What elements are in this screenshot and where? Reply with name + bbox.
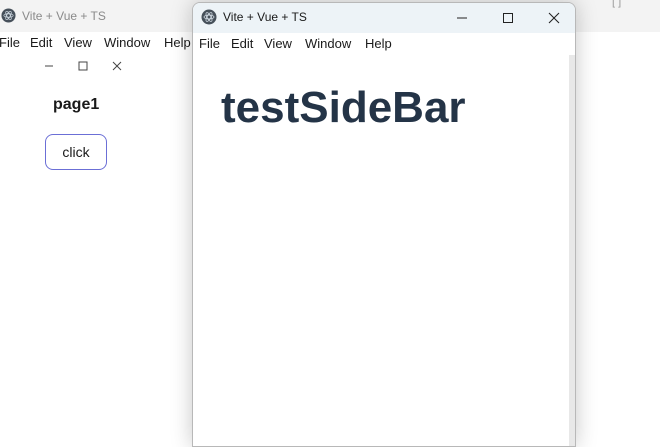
page-title: page1: [53, 96, 100, 113]
main-heading: testSideBar: [221, 83, 466, 132]
menu-edit[interactable]: Edit: [30, 35, 52, 50]
minimize-button[interactable]: [439, 3, 485, 33]
maximize-button[interactable]: [485, 3, 531, 33]
menu-help[interactable]: Help: [164, 35, 191, 50]
maximize-icon[interactable]: [75, 58, 91, 74]
background-far-right-text: [ ]: [612, 0, 622, 8]
app-logo-icon: [1, 8, 16, 23]
menu-view[interactable]: View: [64, 35, 92, 50]
menu-window[interactable]: Window: [305, 36, 351, 51]
menu-file[interactable]: File: [0, 35, 20, 50]
foreground-window: Vite + Vue + TS File Edit View Window He…: [192, 2, 576, 447]
app-logo-icon: [201, 9, 217, 25]
foreground-window-title: Vite + Vue + TS: [223, 10, 307, 24]
close-icon: [548, 12, 560, 24]
menu-help[interactable]: Help: [365, 36, 392, 51]
close-button[interactable]: [531, 3, 575, 33]
minimize-icon[interactable]: [41, 58, 57, 74]
close-icon[interactable]: [109, 58, 125, 74]
scrollbar[interactable]: [569, 55, 575, 446]
menu-window[interactable]: Window: [104, 35, 150, 50]
menu-file[interactable]: File: [199, 36, 220, 51]
foreground-menubar: File Edit View Window Help: [193, 33, 575, 55]
click-button[interactable]: click: [45, 134, 107, 170]
foreground-titlebar[interactable]: Vite + Vue + TS: [193, 3, 575, 33]
maximize-icon: [503, 13, 513, 23]
menu-edit[interactable]: Edit: [231, 36, 253, 51]
menu-view[interactable]: View: [264, 36, 292, 51]
content-area: testSideBar: [193, 55, 575, 446]
minimize-icon: [457, 17, 467, 19]
background-window-title: Vite + Vue + TS: [22, 9, 106, 23]
